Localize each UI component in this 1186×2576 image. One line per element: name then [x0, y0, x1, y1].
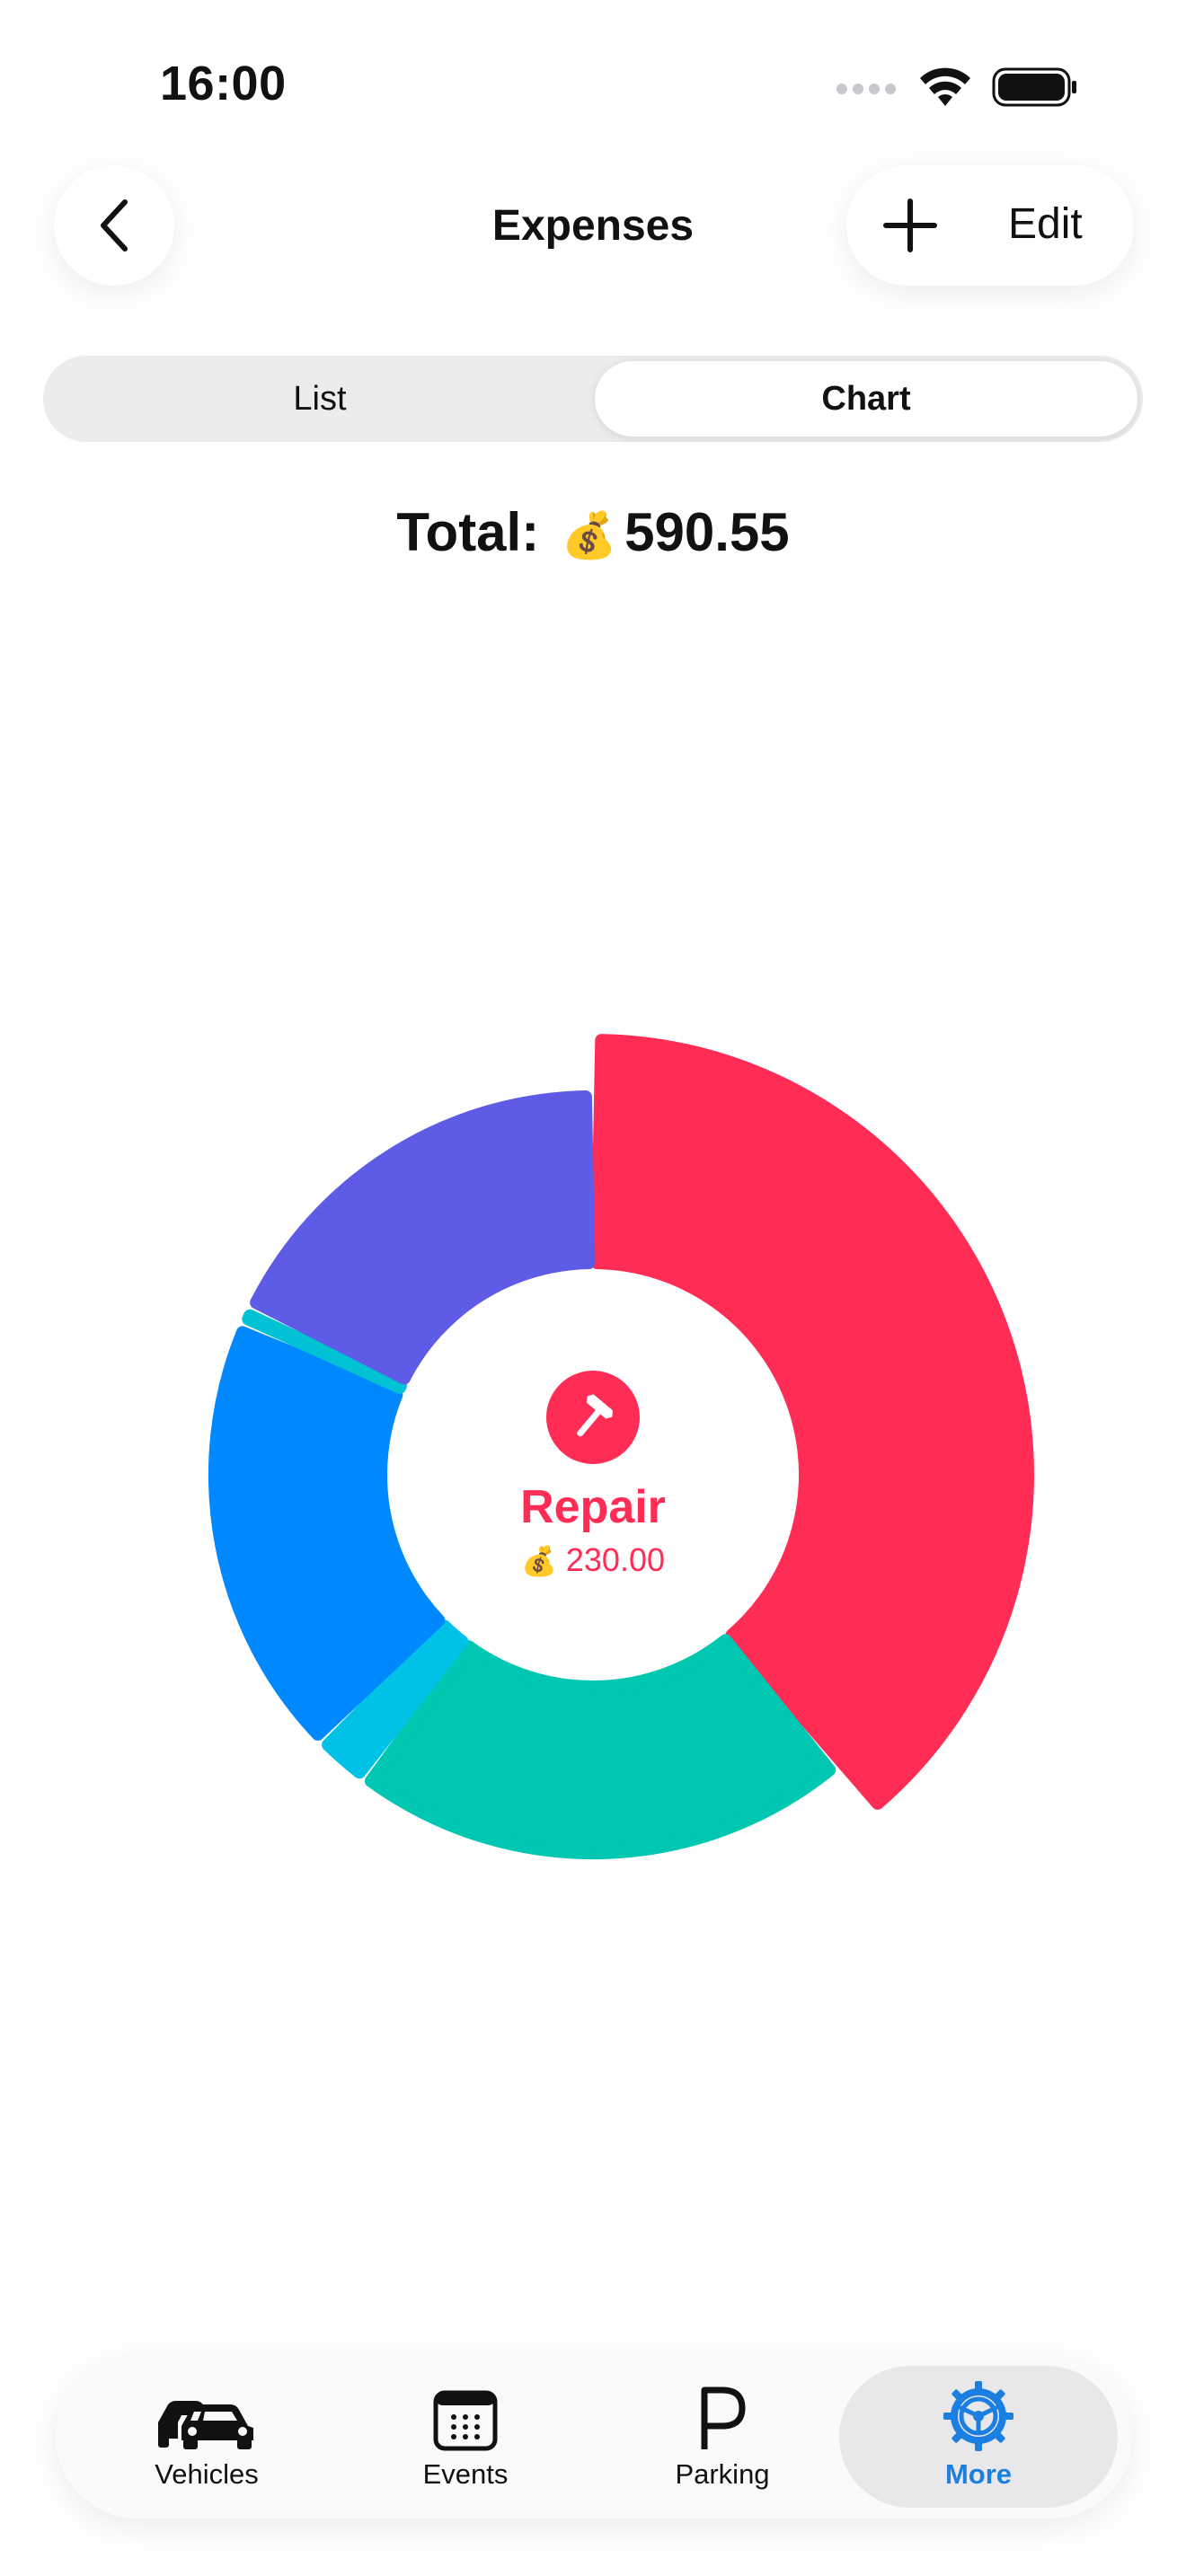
tab-vehicles-label: Vehicles	[155, 2458, 259, 2490]
tab-more[interactable]: More	[839, 2366, 1118, 2508]
tab-more-label: More	[944, 2458, 1013, 2490]
tab-events[interactable]: Events	[349, 2366, 582, 2508]
money-bag-icon: 💰	[521, 1544, 557, 1578]
tab-parking[interactable]: Parking	[606, 2366, 839, 2508]
selected-category-name: Repair	[520, 1481, 666, 1533]
steering-wheel-icon	[943, 2381, 1013, 2451]
cars-icon	[158, 2401, 253, 2449]
tab-bar: Vehicles Events Parking More	[56, 2355, 1132, 2519]
selected-category-value: 💰 230.00	[0, 1541, 1186, 1579]
tab-vehicles[interactable]: Vehicles	[90, 2366, 323, 2508]
parking-icon	[701, 2386, 746, 2449]
tab-events-label: Events	[422, 2458, 509, 2490]
expense-donut-chart	[208, 1034, 1034, 1860]
tab-parking-label: Parking	[675, 2458, 770, 2490]
selected-category-amount: 230.00	[565, 1541, 665, 1578]
calendar-icon	[433, 2390, 498, 2451]
hammer-icon	[546, 1371, 640, 1464]
